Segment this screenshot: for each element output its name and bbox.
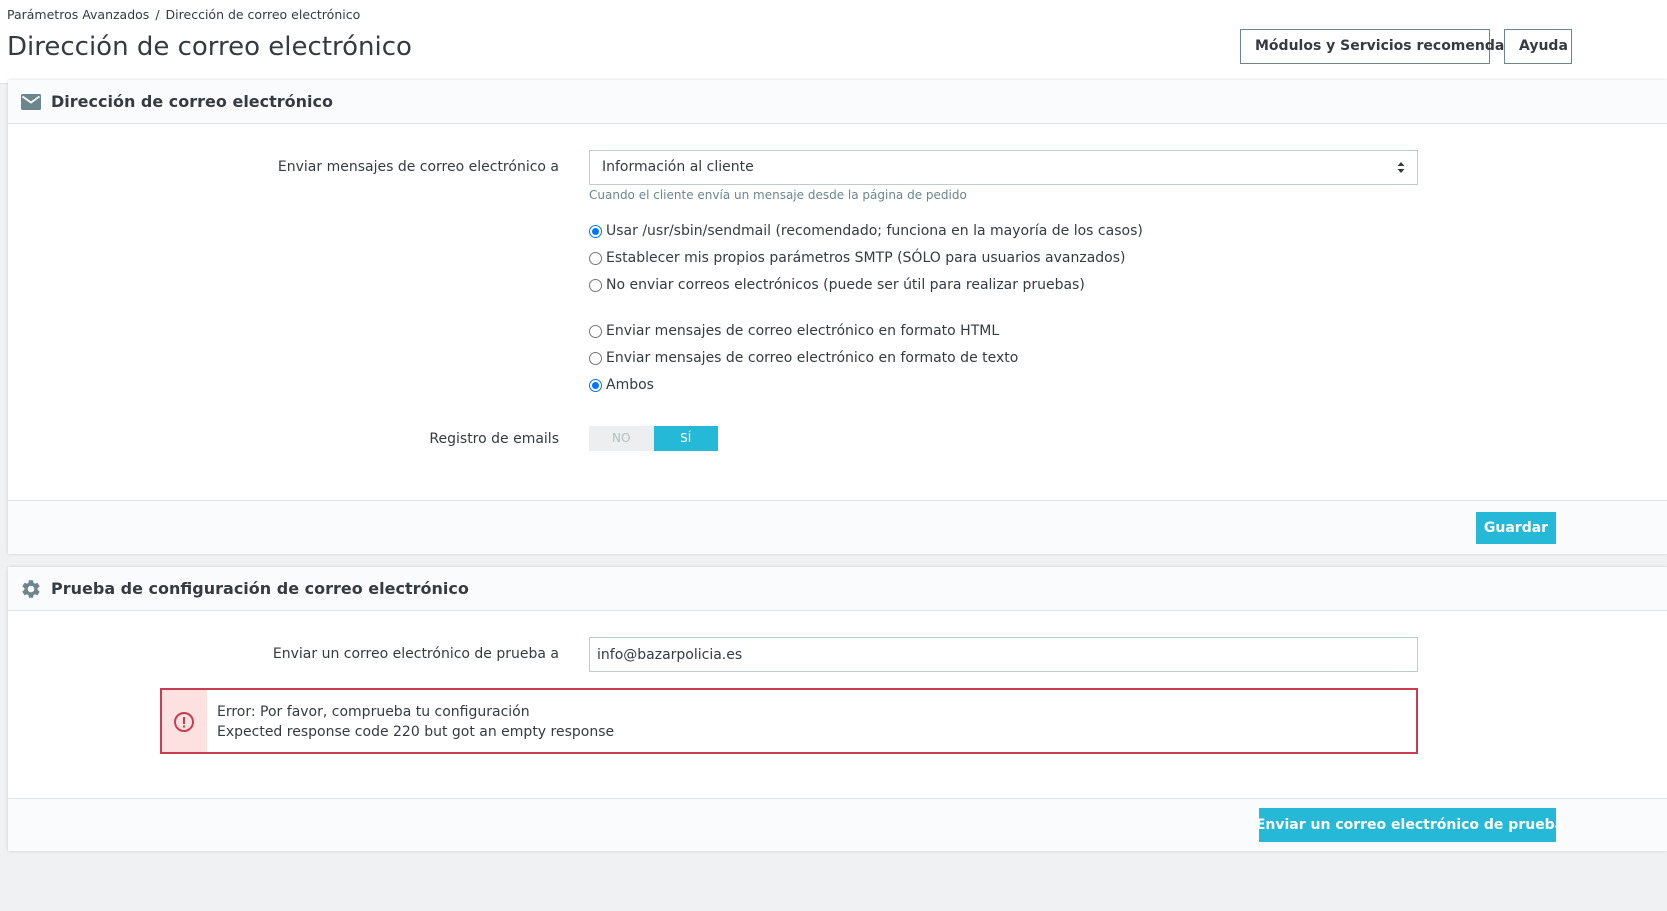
switch-option-yes[interactable]: SÍ: [653, 426, 718, 451]
breadcrumb-parent[interactable]: Parámetros Avanzados: [7, 7, 149, 22]
save-button[interactable]: Guardar: [1476, 512, 1556, 544]
panel-footer: Guardar: [8, 500, 1667, 554]
format-option-label: Enviar mensajes de correo electrónico en…: [606, 323, 1000, 339]
format-option-label: Enviar mensajes de correo electrónico en…: [606, 350, 1019, 366]
test-email-label: Enviar un correo electrónico de prueba a: [272, 646, 559, 662]
error-icon: [174, 712, 194, 732]
send-test-email-button[interactable]: Enviar un correo electrónico de prueba: [1256, 808, 1564, 842]
radio-sendmail[interactable]: [589, 224, 602, 238]
format-option-text[interactable]: Enviar mensajes de correo electrónico en…: [589, 350, 1018, 366]
alert-icon-bar: [162, 690, 207, 752]
recommended-modules-button[interactable]: Módulos y Servicios recomendados: [1240, 29, 1532, 64]
format-option-label: Ambos: [606, 377, 654, 393]
radio-both[interactable]: [589, 378, 602, 392]
panel-heading: Dirección de correo electrónico: [8, 80, 1667, 124]
error-message-detail: Expected response code 220 but got an em…: [217, 724, 615, 740]
gear-icon: [22, 580, 40, 598]
email-log-label: Registro de emails: [429, 431, 559, 447]
test-email-panel: Prueba de configuración de correo electr…: [8, 567, 1667, 851]
method-option-label: No enviar correos electrónicos (puede se…: [606, 277, 1085, 293]
panel-heading: Prueba de configuración de correo electr…: [8, 567, 1667, 611]
breadcrumb: Parámetros Avanzados / Dirección de correo…: [7, 7, 360, 22]
envelope-icon: [21, 94, 41, 110]
send-to-selected-value: Información al cliente: [602, 159, 754, 175]
breadcrumb-current: Dirección de correo electrónico: [165, 7, 361, 22]
error-alert: Error: Por favor, comprueba tu configura…: [160, 688, 1418, 754]
send-to-label: Enviar mensajes de correo electrónico a: [277, 159, 559, 175]
send-to-select[interactable]: Información al cliente: [589, 150, 1418, 185]
panel-title: Dirección de correo electrónico: [51, 92, 334, 111]
radio-text[interactable]: [589, 351, 602, 365]
email-log-switch[interactable]: NO SÍ: [589, 426, 718, 451]
panel-footer: Enviar un correo electrónico de prueba: [8, 798, 1667, 851]
send-to-help-text: Cuando el cliente envía un mensaje desde…: [589, 188, 967, 202]
radio-smtp[interactable]: [589, 251, 602, 265]
select-arrows-icon: [1397, 162, 1405, 173]
page-header: Parámetros Avanzados / Dirección de correo…: [0, 0, 1667, 84]
method-option-label: Usar /usr/sbin/sendmail (recomendado; fu…: [606, 223, 1143, 239]
radio-html[interactable]: [589, 324, 602, 338]
switch-option-no[interactable]: NO: [589, 426, 654, 451]
method-option-label: Establecer mis propios parámetros SMTP (…: [606, 250, 1126, 266]
error-message-title: Error: Por favor, comprueba tu configura…: [217, 704, 530, 720]
panel-title: Prueba de configuración de correo electr…: [51, 579, 469, 598]
breadcrumb-separator: /: [155, 7, 160, 22]
radio-none[interactable]: [589, 278, 602, 292]
test-email-input[interactable]: [589, 637, 1418, 672]
method-option-sendmail[interactable]: Usar /usr/sbin/sendmail (recomendado; fu…: [589, 223, 1143, 239]
help-button[interactable]: Ayuda: [1504, 29, 1572, 64]
format-option-html[interactable]: Enviar mensajes de correo electrónico en…: [589, 323, 999, 339]
format-option-both[interactable]: Ambos: [589, 377, 654, 393]
method-option-none[interactable]: No enviar correos electrónicos (puede se…: [589, 277, 1085, 293]
method-option-smtp[interactable]: Establecer mis propios parámetros SMTP (…: [589, 250, 1126, 266]
send-test-email-label: Enviar un correo electrónico de prueba: [1255, 817, 1565, 833]
email-config-panel: Dirección de correo electrónico Enviar m…: [8, 80, 1667, 554]
page-title: Dirección de correo electrónico: [7, 32, 412, 62]
